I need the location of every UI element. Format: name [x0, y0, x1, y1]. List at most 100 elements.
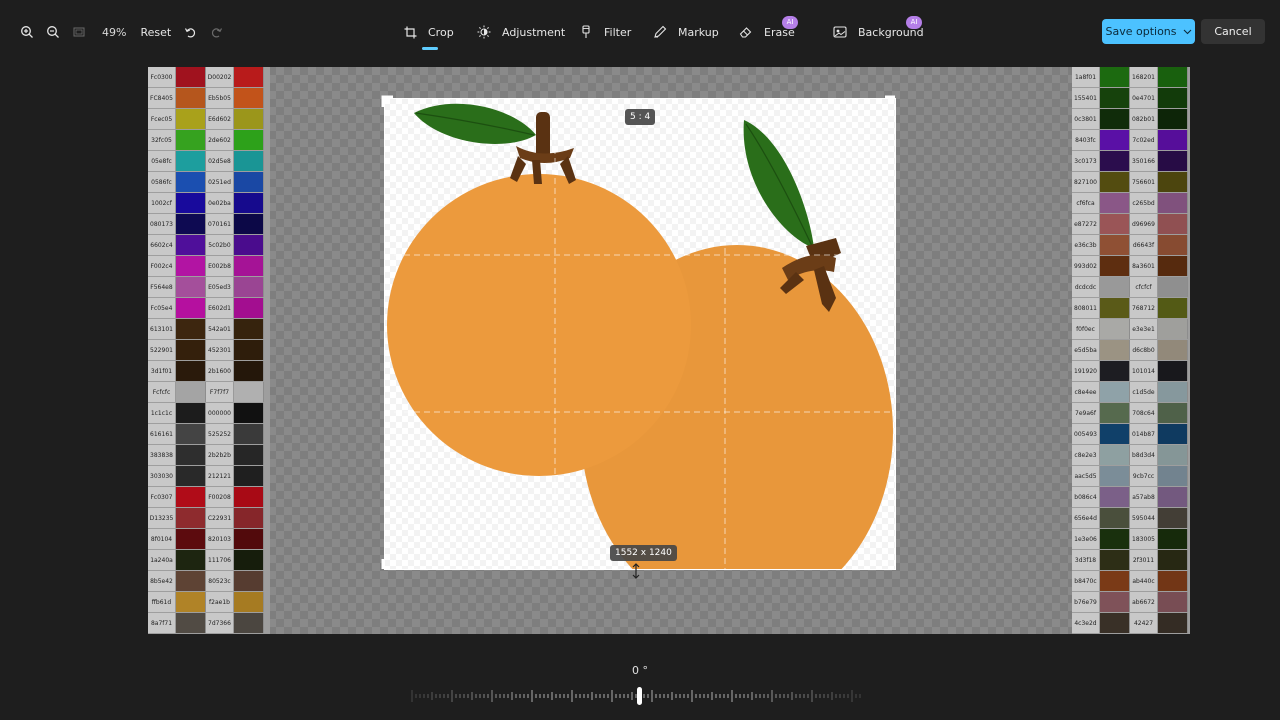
- palette-swatch: [1100, 214, 1130, 234]
- palette-hex-label: d96969: [1130, 214, 1158, 234]
- palette-hex-label: 1a8f01: [1072, 67, 1100, 87]
- crop-handle-top-right[interactable]: [883, 95, 895, 107]
- cancel-button[interactable]: Cancel: [1201, 19, 1265, 44]
- palette-swatch: [176, 445, 206, 465]
- palette-hex-label: 756601: [1130, 172, 1158, 192]
- palette-swatch: [1158, 193, 1188, 213]
- palette-row: 0c3801 082b01: [1072, 109, 1190, 129]
- palette-row: Fcec05 E6d602: [148, 109, 270, 129]
- palette-row: 4c3e2d 42427: [1072, 613, 1190, 633]
- crop-area[interactable]: 5 : 4 1552 x 1240: [381, 95, 896, 579]
- palette-row: FC8405 Eb5b05: [148, 88, 270, 108]
- palette-hex-label: 1a240a: [148, 550, 176, 570]
- palette-row: 005493 014b87: [1072, 424, 1190, 444]
- palette-swatch: [1100, 67, 1130, 87]
- palette-hex-label: ffb61d: [148, 592, 176, 612]
- palette-swatch: [176, 67, 206, 87]
- palette-hex-label: aac5d5: [1072, 466, 1100, 486]
- palette-swatch: [176, 340, 206, 360]
- palette-swatch: [176, 613, 206, 633]
- palette-hex-label: 303030: [148, 466, 176, 486]
- crop-handle-top-left[interactable]: [381, 95, 393, 107]
- palette-hex-label: 082b01: [1130, 109, 1158, 129]
- zoom-in-icon[interactable]: [14, 19, 40, 45]
- palette-row: b086c4 a57ab8: [1072, 487, 1190, 507]
- crop-handle-bottom-right[interactable]: [883, 557, 895, 569]
- palette-swatch: [234, 592, 264, 612]
- palette-swatch: [176, 592, 206, 612]
- palette-swatch: [176, 550, 206, 570]
- save-options-button[interactable]: Save options: [1102, 19, 1195, 44]
- zoom-level[interactable]: 49%: [102, 26, 126, 39]
- palette-swatch: [234, 403, 264, 423]
- palette-row: 993d02 8a3601: [1072, 256, 1190, 276]
- palette-swatch: [1158, 550, 1188, 570]
- palette-swatch: [234, 613, 264, 633]
- palette-hex-label: 2b2b2b: [206, 445, 234, 465]
- palette-row: b8470c ab440c: [1072, 571, 1190, 591]
- palette-hex-label: c265bd: [1130, 193, 1158, 213]
- palette-hex-label: 616161: [148, 424, 176, 444]
- palette-row: ffb61d f2ae1b: [148, 592, 270, 612]
- palette-hex-label: 0586fc: [148, 172, 176, 192]
- tab-erase[interactable]: Erase AI: [738, 16, 798, 46]
- palette-swatch: [234, 382, 264, 402]
- tab-markup[interactable]: Markup: [652, 18, 719, 46]
- tab-label: Filter: [604, 25, 632, 39]
- tab-background[interactable]: Background AI: [832, 16, 924, 46]
- palette-row: Fcfcfc F7f7f7: [148, 382, 270, 402]
- palette-swatch: [1100, 298, 1130, 318]
- palette-swatch: [1158, 508, 1188, 528]
- palette-swatch: [1100, 529, 1130, 549]
- palette-hex-label: 827100: [1072, 172, 1100, 192]
- tab-adjustment[interactable]: Adjustment: [476, 18, 565, 46]
- palette-hex-label: 8b5e42: [148, 571, 176, 591]
- undo-icon[interactable]: [177, 19, 203, 45]
- palette-swatch: [1158, 424, 1188, 444]
- palette-row: Fc0300 D00202: [148, 67, 270, 87]
- palette-hex-label: 7e9a6f: [1072, 403, 1100, 423]
- top-toolbar: 49% Reset Crop Adjustment Filter Markup …: [0, 0, 1280, 64]
- tab-crop[interactable]: Crop: [402, 18, 454, 50]
- palette-hex-label: 2f3011: [1130, 550, 1158, 570]
- rotation-slider-thumb[interactable]: [637, 687, 642, 705]
- palette-hex-label: 101014: [1130, 361, 1158, 381]
- palette-row: 1002cf 0e02ba: [148, 193, 270, 213]
- palette-hex-label: 1c1c1c: [148, 403, 176, 423]
- crop-handle-bottom-left[interactable]: [381, 557, 393, 569]
- palette-swatch: [1158, 130, 1188, 150]
- reset-button[interactable]: Reset: [140, 26, 171, 39]
- palette-swatch: [176, 193, 206, 213]
- palette-swatch: [234, 424, 264, 444]
- palette-hex-label: D13235: [148, 508, 176, 528]
- zoom-out-icon[interactable]: [40, 19, 66, 45]
- tab-filter[interactable]: Filter: [578, 18, 631, 46]
- palette-swatch: [176, 382, 206, 402]
- palette-swatch: [234, 67, 264, 87]
- palette-swatch: [1158, 256, 1188, 276]
- palette-row: 155401 0e4701: [1072, 88, 1190, 108]
- palette-row: cf6fca c265bd: [1072, 193, 1190, 213]
- palette-row: aac5d5 9cb7cc: [1072, 466, 1190, 486]
- palette-row: 8b5e42 80523c: [148, 571, 270, 591]
- palette-swatch: [234, 466, 264, 486]
- tab-label: Adjustment: [502, 25, 566, 39]
- palette-hex-label: 8f0104: [148, 529, 176, 549]
- palette-hex-label: f2ae1b: [206, 592, 234, 612]
- palette-hex-label: C22931: [206, 508, 234, 528]
- palette-swatch: [234, 529, 264, 549]
- palette-swatch: [234, 508, 264, 528]
- palette-hex-label: 525252: [206, 424, 234, 444]
- palette-swatch: [176, 172, 206, 192]
- palette-swatch: [176, 130, 206, 150]
- fit-to-window-icon[interactable]: [66, 19, 92, 45]
- palette-row: 3d1f01 2b1600: [148, 361, 270, 381]
- palette-swatch: [1158, 319, 1188, 339]
- palette-swatch: [176, 403, 206, 423]
- palette-swatch: [176, 214, 206, 234]
- palette-swatch: [176, 466, 206, 486]
- redo-icon[interactable]: [203, 19, 229, 45]
- palette-hex-label: E6d602: [206, 109, 234, 129]
- palette-swatch: [234, 319, 264, 339]
- palette-swatch: [234, 550, 264, 570]
